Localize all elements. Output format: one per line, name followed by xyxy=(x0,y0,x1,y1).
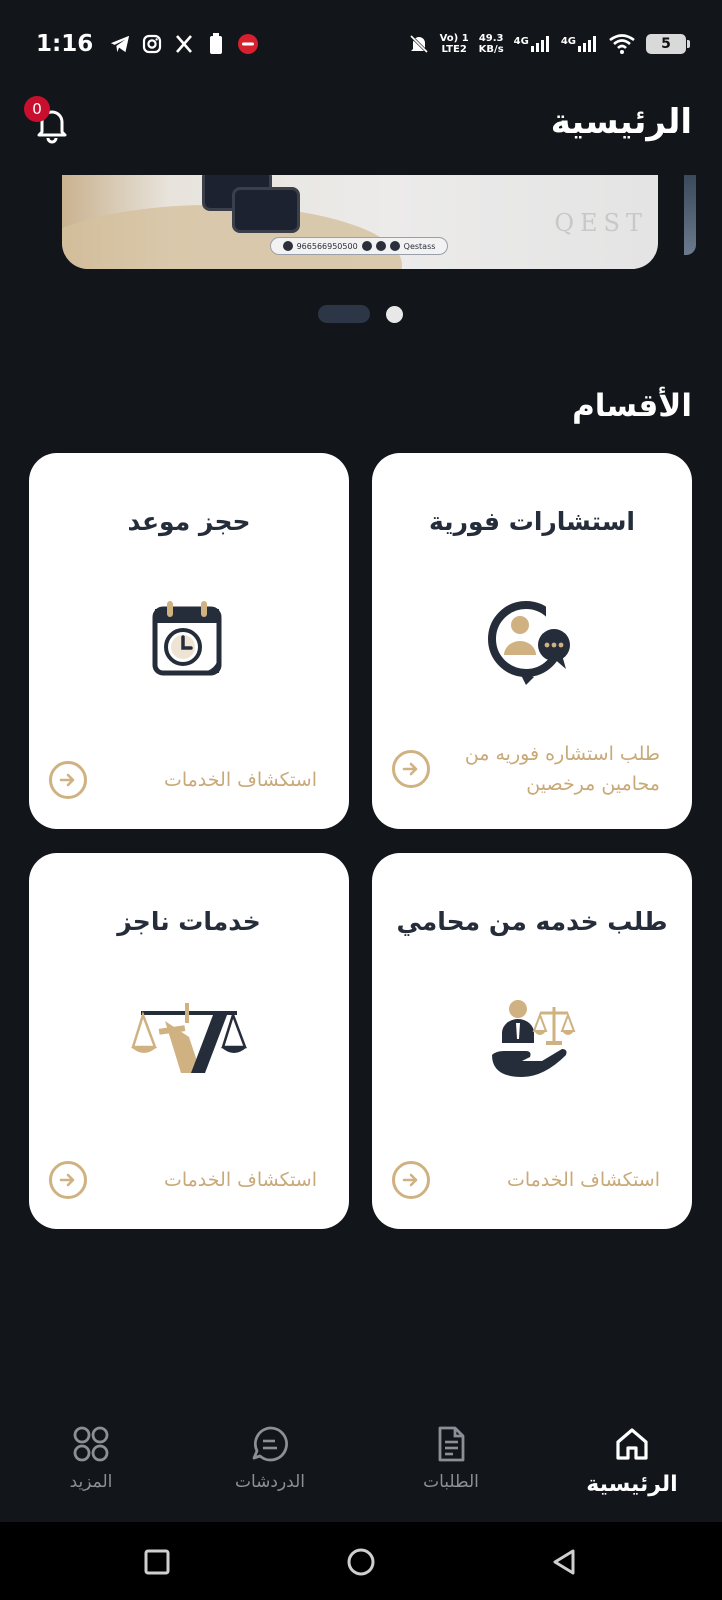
card-description: طلب استشاره فوريه من محامين مرخصين xyxy=(464,743,660,795)
pager-dot-active[interactable] xyxy=(318,305,370,323)
card-title: استشارات فورية xyxy=(429,507,635,536)
speed-unit: KB/s xyxy=(478,44,504,55)
card-instant-consultations[interactable]: استشارات فورية طلب استشاره فوريه من محام… xyxy=(372,453,692,829)
grid-icon xyxy=(69,1422,113,1466)
instagram-icon xyxy=(141,33,163,55)
nav-label: المزيد xyxy=(69,1472,113,1492)
card-book-appointment[interactable]: حجز موعد استكشاف الخدمات xyxy=(29,453,349,829)
banner-slide[interactable]: QEST 966566950500 Qestass xyxy=(62,175,658,269)
banner-handle: Qestass xyxy=(403,241,436,251)
pager-dot[interactable] xyxy=(386,305,403,323)
nav-label: الطلبات xyxy=(423,1472,479,1492)
card-description: استكشاف الخدمات xyxy=(163,1169,317,1191)
circle-icon xyxy=(347,1548,375,1576)
arrow-right-icon[interactable] xyxy=(49,1161,87,1199)
back-button[interactable] xyxy=(545,1542,585,1582)
card-description: استكشاف الخدمات xyxy=(506,1169,660,1191)
telegram-icon xyxy=(109,33,131,55)
card-title: حجز موعد xyxy=(127,507,251,536)
arrow-right-icon[interactable] xyxy=(49,761,87,799)
signal-icon xyxy=(578,36,596,52)
triangle-back-icon xyxy=(553,1549,575,1575)
signal-1-label: 4G xyxy=(513,36,529,47)
x-icon xyxy=(173,33,195,55)
speed-indicator: 49.3 KB/s xyxy=(479,33,504,55)
nav-item-home[interactable]: الرئيسية xyxy=(562,1422,702,1497)
banner-contact-pill: 966566950500 Qestass xyxy=(270,237,448,255)
battery-saver-icon xyxy=(205,33,227,55)
system-navigation-bar xyxy=(0,1522,722,1600)
square-icon xyxy=(144,1549,170,1575)
card-najiz-services[interactable]: خدمات ناجز استكشاف الخدمات xyxy=(29,853,349,1229)
mute-icon xyxy=(408,33,430,55)
calendar-clock-icon xyxy=(139,593,239,693)
tiktok-icon xyxy=(389,241,400,251)
carousel-pager xyxy=(318,305,403,323)
status-right: Vo) 1 LTE2 49.3 KB/s 4G 4G 5 xyxy=(408,33,690,55)
najiz-logo-icon xyxy=(129,993,249,1093)
bottom-navigation: الرئيسية الطلبات الدردشات المزيد xyxy=(0,1410,722,1522)
network-indicator: Vo) 1 LTE2 xyxy=(440,33,469,55)
signal-2: 4G xyxy=(561,36,598,52)
network-bottom-label: LTE2 xyxy=(441,44,467,55)
card-title: طلب خدمه من محامي xyxy=(396,907,668,936)
page-title: الرئيسية xyxy=(550,102,692,142)
sections-title: الأقسام xyxy=(572,388,692,424)
chat-icon xyxy=(248,1422,292,1466)
banner-watermark: QEST xyxy=(554,209,648,237)
next-banner-peek[interactable] xyxy=(684,175,696,255)
signal-1: 4G xyxy=(514,36,551,52)
lawyer-scales-icon xyxy=(482,993,582,1093)
banner-carousel[interactable]: QEST 966566950500 Qestass xyxy=(0,175,722,270)
speed-value: 49.3 xyxy=(478,33,504,44)
arrow-right-icon[interactable] xyxy=(392,750,430,788)
card-footer: استكشاف الخدمات xyxy=(392,1161,672,1199)
instagram-icon xyxy=(375,241,386,251)
signal-2-label: 4G xyxy=(560,36,576,47)
home-system-button[interactable] xyxy=(341,1542,381,1582)
phone-icon xyxy=(282,241,293,251)
card-title: خدمات ناجز xyxy=(117,907,261,936)
arrow-right-icon[interactable] xyxy=(392,1161,430,1199)
home-icon xyxy=(610,1422,654,1466)
status-bar: 1:16 Vo) 1 LTE2 49.3 KB/s 4G 4G 5 xyxy=(0,0,722,88)
status-time: 1:16 xyxy=(36,31,94,57)
x-icon xyxy=(361,241,372,251)
card-footer: طلب استشاره فوريه من محامين مرخصين xyxy=(392,739,672,799)
phone-mockup xyxy=(232,187,300,233)
card-footer: استكشاف الخدمات xyxy=(49,761,329,799)
card-request-lawyer-service[interactable]: طلب خدمه من محامي استكشاف الخدمات xyxy=(372,853,692,1229)
banner-phone-number: 966566950500 xyxy=(296,241,358,251)
card-footer: استكشاف الخدمات xyxy=(49,1161,329,1199)
nav-item-requests[interactable]: الطلبات xyxy=(381,1422,521,1492)
notifications-button[interactable]: 0 xyxy=(24,96,74,146)
network-top-label: Vo) 1 xyxy=(439,33,469,44)
nav-label: الرئيسية xyxy=(586,1472,678,1497)
recent-apps-button[interactable] xyxy=(137,1542,177,1582)
app-header: الرئيسية 0 xyxy=(0,90,722,160)
nav-label: الدردشات xyxy=(234,1472,306,1492)
notification-count-badge: 0 xyxy=(24,96,50,122)
card-description: استكشاف الخدمات xyxy=(163,769,317,791)
battery-indicator: 5 xyxy=(646,34,690,54)
document-icon xyxy=(429,1422,473,1466)
wifi-icon xyxy=(608,33,636,55)
signal-icon xyxy=(530,36,549,52)
nav-item-more[interactable]: المزيد xyxy=(21,1422,161,1492)
consultation-chat-icon xyxy=(482,593,586,693)
nav-item-chats[interactable]: الدردشات xyxy=(200,1422,340,1492)
app-notification-icon xyxy=(237,33,259,55)
status-left: 1:16 xyxy=(36,31,259,57)
